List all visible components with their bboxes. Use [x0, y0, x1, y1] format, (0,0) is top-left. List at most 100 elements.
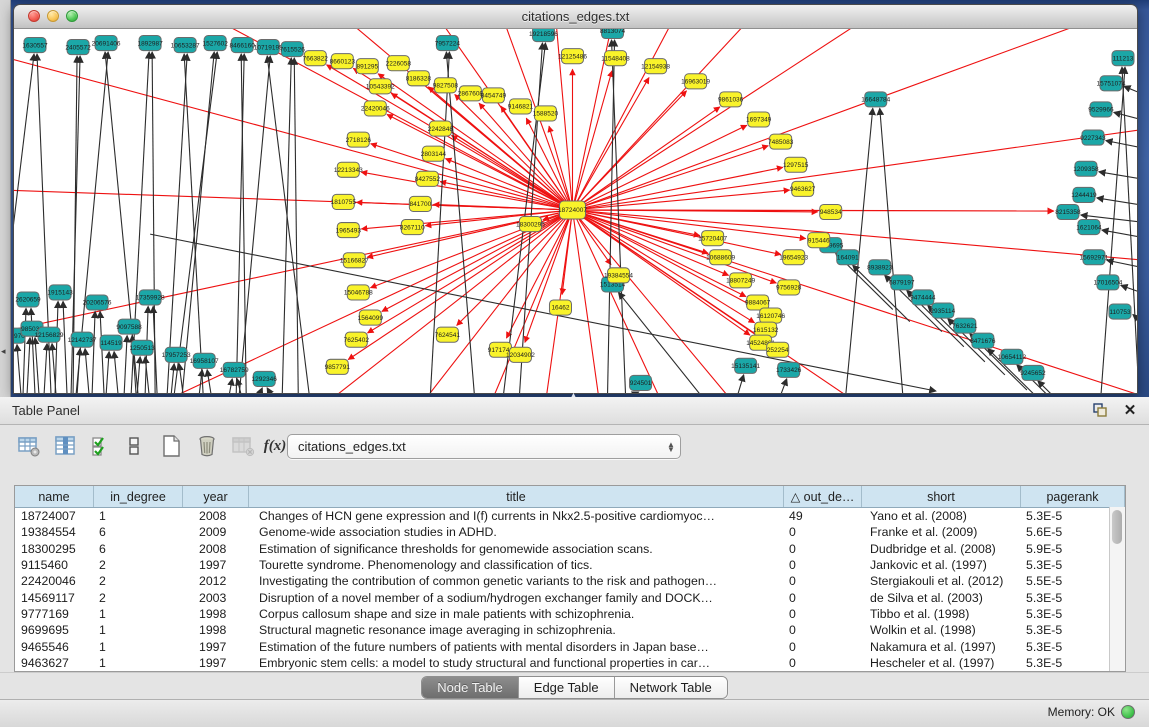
teal-node[interactable]: 8813074 — [600, 29, 626, 39]
row-selection-icon[interactable] — [88, 433, 114, 459]
yellow-node[interactable]: 9861036 — [718, 92, 744, 107]
teal-node[interactable]: 17957253 — [162, 347, 191, 362]
column-header-2[interactable]: year — [183, 486, 249, 507]
yellow-node[interactable]: 12213343 — [334, 162, 363, 177]
teal-node[interactable]: 15692971 — [1079, 250, 1108, 265]
teal-node[interactable]: 9245652 — [1020, 365, 1046, 380]
teal-node[interactable]: 6879197 — [889, 275, 915, 290]
new-column-icon[interactable] — [158, 433, 184, 459]
yellow-node[interactable]: 12034902 — [506, 347, 535, 362]
column-header-1[interactable]: in_degree — [94, 486, 183, 507]
teal-node[interactable]: 1292346 — [252, 371, 278, 386]
yellow-node[interactable]: 15720407 — [698, 231, 727, 246]
teal-node[interactable]: 16648784 — [861, 92, 890, 107]
yellow-node[interactable]: 8267110 — [400, 220, 425, 235]
yellow-node[interactable]: 948534 — [820, 204, 842, 219]
show-columns-icon[interactable] — [52, 433, 78, 459]
teal-node[interactable]: 1621064 — [1076, 220, 1102, 235]
rows-icon[interactable] — [121, 433, 147, 459]
column-header-5[interactable]: short — [862, 486, 1021, 507]
teal-node[interactable]: 15135141 — [731, 358, 760, 373]
teal-node[interactable]: 2405572 — [65, 40, 91, 55]
teal-node[interactable]: 10653287 — [171, 38, 200, 53]
yellow-node[interactable]: 8454749 — [481, 88, 507, 103]
yellow-node[interactable]: 1810755 — [331, 194, 357, 209]
yellow-node[interactable]: 1564099 — [358, 310, 384, 325]
yellow-node[interactable]: 9857791 — [325, 359, 351, 374]
teal-node[interactable]: 1630557 — [22, 38, 48, 53]
teal-node[interactable]: 20691406 — [92, 36, 121, 51]
scrollbar-thumb[interactable] — [1112, 510, 1122, 544]
yellow-node[interactable]: 2718126 — [346, 132, 372, 147]
yellow-node[interactable]: 1297515 — [783, 157, 809, 172]
yellow-node[interactable]: 19654923 — [779, 250, 808, 265]
yellow-node[interactable]: 9756928 — [776, 280, 802, 295]
network-canvas[interactable]: 1630557240557220691406189298710653287152… — [14, 29, 1137, 393]
yellow-node[interactable]: 841700 — [409, 196, 431, 211]
table-row[interactable]: 1456911722003Disruption of a novel membe… — [15, 589, 1125, 605]
tab-network-table[interactable]: Network Table — [615, 677, 727, 698]
column-header-6[interactable]: pagerank — [1021, 486, 1125, 507]
teal-node[interactable]: 9529966 — [1088, 102, 1114, 117]
yellow-node[interactable]: 12125486 — [558, 49, 587, 64]
column-header-0[interactable]: name — [15, 486, 94, 507]
teal-node[interactable]: 7632621 — [952, 318, 978, 333]
yellow-node[interactable]: 2242848 — [428, 121, 454, 136]
teal-node[interactable]: 17359928 — [136, 290, 165, 305]
yellow-node[interactable]: 12154938 — [641, 59, 670, 74]
yellow-node[interactable]: 16963019 — [681, 74, 710, 89]
yellow-node[interactable]: 10543392 — [366, 79, 395, 94]
yellow-node[interactable]: 8660123 — [330, 54, 356, 69]
teal-node[interactable]: 8471676 — [970, 333, 996, 348]
column-header-3[interactable]: title — [249, 486, 784, 507]
yellow-node[interactable]: 915446 — [808, 233, 830, 248]
teal-node[interactable]: 7957224 — [435, 36, 461, 51]
yellow-node[interactable]: 18724007 — [558, 201, 587, 219]
yellow-node[interactable]: 9463627 — [790, 181, 816, 196]
yellow-node[interactable]: 7663822 — [303, 51, 329, 66]
table-row[interactable]: 946554611997Estimation of the future num… — [15, 638, 1125, 654]
teal-node[interactable]: 110753 — [1109, 304, 1131, 319]
teal-node[interactable]: 8466160 — [230, 38, 256, 53]
yellow-node[interactable]: 19384554 — [604, 268, 633, 283]
yellow-node[interactable]: 22420046 — [361, 101, 390, 116]
table-row[interactable]: 2242004622012Investigating the contribut… — [15, 573, 1125, 589]
yellow-node[interactable]: 16462 — [549, 300, 571, 315]
yellow-node[interactable]: 8427552 — [415, 171, 441, 186]
yellow-node[interactable]: 7625402 — [344, 332, 370, 347]
teal-node[interactable]: 9097588 — [116, 319, 142, 334]
table-selector-dropdown[interactable]: citations_edges.txt ▲▼ — [287, 434, 681, 459]
yellow-node[interactable]: 2226058 — [386, 56, 412, 71]
teal-node[interactable]: 1209358 — [1073, 161, 1099, 176]
yellow-node[interactable]: 18807249 — [726, 273, 755, 288]
yellow-node[interactable]: 7485083 — [768, 134, 794, 149]
table-row[interactable]: 1830029562008Estimation of significance … — [15, 541, 1125, 557]
teal-node[interactable]: 7615526 — [280, 42, 306, 57]
memory-status-indicator[interactable] — [1121, 705, 1135, 719]
yellow-node[interactable]: 252254 — [767, 342, 789, 357]
table-row[interactable]: 969969511998Structural magnetic resonanc… — [15, 622, 1125, 638]
table-row[interactable]: 1872400712008Changes of HCN gene express… — [15, 508, 1125, 524]
teal-node[interactable]: 1527602 — [203, 36, 229, 51]
teal-node[interactable]: 2935114 — [930, 303, 955, 318]
teal-node[interactable]: 1250513 — [129, 340, 155, 355]
teal-node[interactable]: 114519 — [100, 335, 122, 350]
yellow-node[interactable]: 9146821 — [508, 99, 534, 114]
teal-node[interactable]: 1244419 — [1071, 187, 1097, 202]
table-row[interactable]: 946362711997Embryonic stem cells: a mode… — [15, 655, 1125, 671]
table-options-icon[interactable] — [16, 433, 42, 459]
yellow-node[interactable]: 11548408 — [601, 51, 630, 66]
yellow-node[interactable]: 16120746 — [756, 308, 785, 323]
table-vertical-scrollbar[interactable] — [1109, 507, 1125, 671]
teal-node[interactable]: 17016504 — [1094, 275, 1123, 290]
yellow-node[interactable]: 1588520 — [533, 106, 559, 121]
teal-node[interactable]: 1733426 — [776, 362, 802, 377]
teal-node[interactable]: 10654112 — [998, 349, 1027, 364]
teal-node[interactable]: 12156829 — [35, 327, 64, 342]
table-row[interactable]: 1938455462009Genome-wide association stu… — [15, 524, 1125, 540]
yellow-node[interactable]: 1965493 — [336, 223, 362, 238]
yellow-node[interactable]: 891295 — [356, 59, 378, 74]
yellow-node[interactable]: 8186328 — [406, 71, 432, 86]
yellow-node[interactable]: 9827508 — [433, 78, 459, 93]
teal-node[interactable]: 1915143 — [47, 285, 73, 300]
